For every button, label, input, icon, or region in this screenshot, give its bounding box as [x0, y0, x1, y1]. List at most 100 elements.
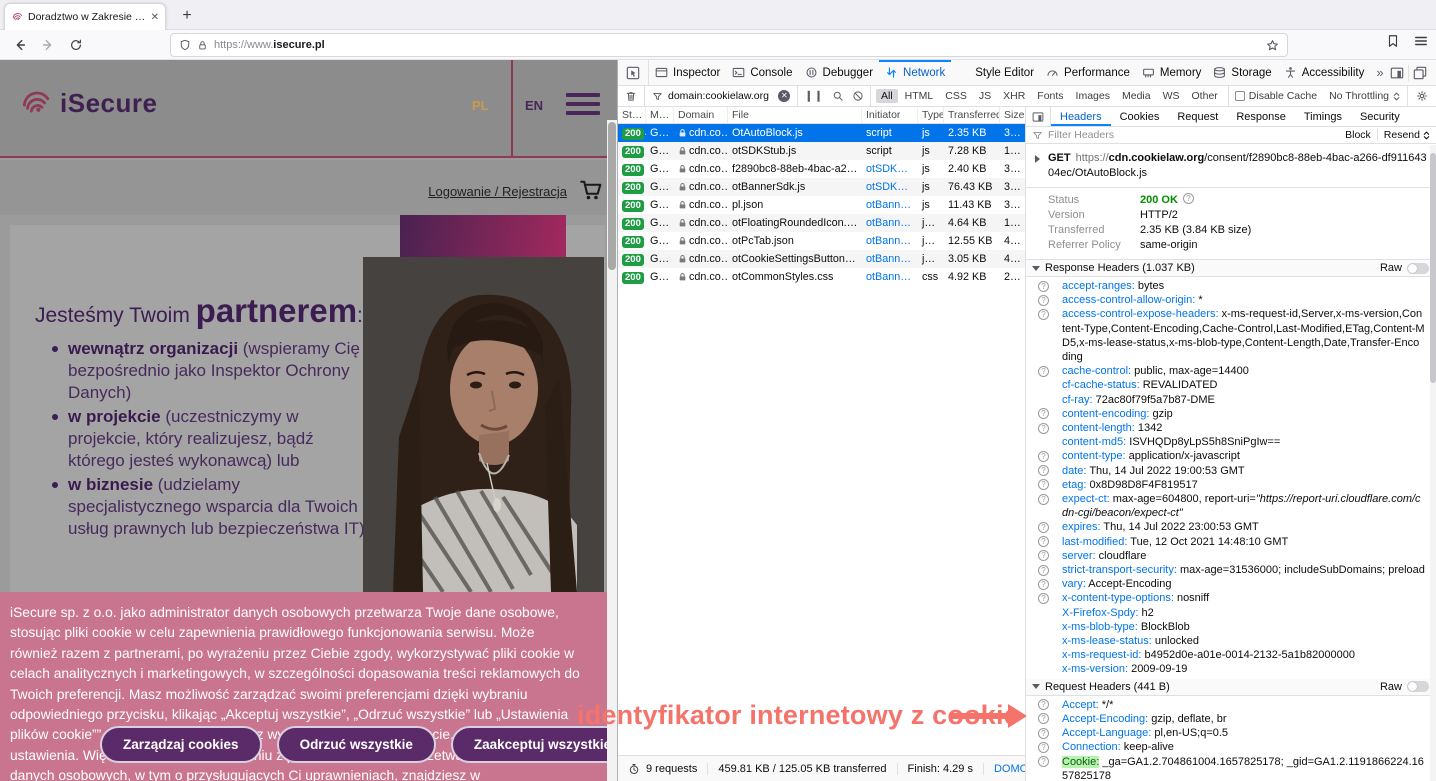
header-name[interactable]: server:: [1062, 550, 1096, 562]
throttling-dropdown[interactable]: No Throttling: [1323, 90, 1407, 102]
network-request-row[interactable]: 200GETcdn.co…otBannerSdk.jsotSDKSt…js76.…: [618, 178, 1025, 196]
lang-pl-button[interactable]: PL: [472, 98, 489, 113]
cookie-button-3[interactable]: Zaakceptuj wszystkie: [451, 726, 617, 763]
header-name[interactable]: vary:: [1062, 578, 1086, 590]
raw-toggle[interactable]: [1407, 263, 1429, 274]
header-name[interactable]: x-ms-blob-type:: [1062, 621, 1138, 633]
responsive-mode-icon[interactable]: [1390, 66, 1404, 80]
details-tab-timings[interactable]: Timings: [1295, 107, 1351, 126]
help-icon[interactable]: ?: [1038, 494, 1049, 505]
help-icon[interactable]: ?: [1038, 756, 1049, 767]
details-scrollbar[interactable]: [1430, 145, 1436, 781]
page-scrollbar[interactable]: [607, 120, 617, 781]
request-headers-section[interactable]: Request Headers (441 B) Raw: [1026, 679, 1436, 696]
type-filter-fonts[interactable]: Fonts: [1032, 89, 1068, 103]
clear-filter-icon[interactable]: ✕: [778, 90, 790, 102]
network-request-row[interactable]: 200GETcdn.co…otSDKStub.jsscriptjs7.28 KB…: [618, 142, 1025, 160]
cart-icon[interactable]: [579, 178, 603, 202]
devtool-tab-memory[interactable]: Memory: [1136, 60, 1208, 85]
help-icon[interactable]: ?: [1038, 295, 1049, 306]
initiator-cell[interactable]: otBanner…: [862, 235, 918, 247]
help-icon[interactable]: ?: [1038, 536, 1049, 547]
help-icon[interactable]: ?: [1038, 309, 1049, 320]
type-filter-all[interactable]: All: [876, 89, 898, 103]
devtool-tab-accessibility[interactable]: Accessibility: [1278, 60, 1371, 85]
page-scrollbar-thumb[interactable]: [608, 122, 616, 270]
header-name[interactable]: Accept-Encoding:: [1062, 713, 1148, 725]
network-request-row[interactable]: 200GETcdn.co…otCookieSettingsButton.json…: [618, 250, 1025, 268]
type-filter-ws[interactable]: WS: [1158, 89, 1185, 103]
bookmark-star-icon[interactable]: [1266, 39, 1279, 52]
request-url-line[interactable]: GEThttps://cdn.cookielaw.org/consent/f28…: [1026, 145, 1436, 188]
column-header-file[interactable]: File: [728, 107, 862, 123]
cookie-button-1[interactable]: Zarządzaj cookies: [100, 726, 262, 763]
initiator-cell[interactable]: otSDKSt…: [862, 163, 918, 175]
header-name[interactable]: x-ms-version:: [1062, 663, 1128, 675]
header-name[interactable]: cache-control:: [1062, 365, 1131, 377]
block-button[interactable]: Block: [1345, 129, 1371, 141]
help-icon[interactable]: ?: [1038, 713, 1049, 724]
header-name[interactable]: x-ms-lease-status:: [1062, 635, 1152, 647]
column-header-type[interactable]: Type: [918, 107, 944, 123]
header-name[interactable]: content-type:: [1062, 450, 1126, 462]
header-name[interactable]: access-control-allow-origin:: [1062, 294, 1195, 306]
header-name[interactable]: x-content-type-options:: [1062, 592, 1174, 604]
help-icon[interactable]: ?: [1038, 579, 1049, 590]
initiator-cell[interactable]: otBanner…: [862, 271, 918, 283]
initiator-cell[interactable]: otBanner…: [862, 199, 918, 211]
type-filter-js[interactable]: JS: [974, 89, 996, 103]
site-logo[interactable]: iSecure: [18, 86, 157, 120]
header-name[interactable]: x-ms-request-id:: [1062, 649, 1141, 661]
details-scrollbar-thumb[interactable]: [1430, 153, 1436, 383]
type-filter-other[interactable]: Other: [1187, 89, 1223, 103]
pause-traffic-icon[interactable]: ❙❙: [804, 90, 824, 102]
header-name[interactable]: date:: [1062, 465, 1086, 477]
expand-triangle-icon[interactable]: [1035, 155, 1040, 163]
checkbox-icon[interactable]: [1235, 91, 1245, 101]
help-icon[interactable]: ?: [1038, 281, 1049, 292]
header-name[interactable]: last-modified:: [1062, 536, 1127, 548]
reload-button[interactable]: [64, 34, 88, 56]
help-icon[interactable]: ?: [1038, 465, 1049, 476]
type-filter-css[interactable]: CSS: [940, 89, 972, 103]
type-filter-images[interactable]: Images: [1071, 89, 1115, 103]
header-name[interactable]: strict-transport-security:: [1062, 564, 1177, 576]
header-name[interactable]: Accept-Language:: [1062, 727, 1151, 739]
forward-button[interactable]: [36, 34, 60, 56]
details-tab-security[interactable]: Security: [1351, 107, 1409, 126]
column-header-domain[interactable]: Domain: [674, 107, 728, 123]
network-request-row[interactable]: 200GETcdn.co…otFloatingRoundedIcon.jsono…: [618, 214, 1025, 232]
devtool-tab-console[interactable]: Console: [726, 60, 798, 85]
header-name[interactable]: cf-cache-status:: [1062, 379, 1140, 391]
header-name[interactable]: etag:: [1062, 479, 1086, 491]
login-link[interactable]: Logowanie / Rejestracja: [428, 184, 567, 199]
clear-requests-button[interactable]: [618, 86, 645, 106]
initiator-cell[interactable]: otBanner…: [862, 253, 918, 265]
column-header-m[interactable]: M…: [646, 107, 674, 123]
details-tab-cookies[interactable]: Cookies: [1111, 107, 1169, 126]
header-name[interactable]: expect-ct:: [1062, 493, 1110, 505]
header-name[interactable]: X-Firefox-Spdy:: [1062, 607, 1138, 619]
resend-dropdown[interactable]: Resend: [1384, 129, 1431, 141]
type-filter-media[interactable]: Media: [1117, 89, 1156, 103]
help-icon[interactable]: ?: [1038, 550, 1049, 561]
details-tab-request[interactable]: Request: [1168, 107, 1227, 126]
block-url-icon[interactable]: [852, 90, 864, 102]
new-tab-button[interactable]: +: [176, 5, 198, 27]
header-name[interactable]: cf-ray:: [1062, 394, 1093, 406]
column-header-transferred[interactable]: Transferred: [944, 107, 1000, 123]
help-icon[interactable]: ?: [1038, 408, 1049, 419]
back-button[interactable]: [8, 34, 32, 56]
devtool-tab-network[interactable]: Network: [879, 60, 951, 85]
shield-icon[interactable]: [179, 39, 191, 51]
header-name[interactable]: content-encoding:: [1062, 408, 1149, 420]
help-icon[interactable]: ?: [1038, 699, 1049, 710]
help-icon[interactable]: ?: [1183, 193, 1194, 204]
header-name[interactable]: Cookie:: [1062, 756, 1099, 768]
pick-element-button[interactable]: [618, 60, 649, 85]
collapse-caret-icon[interactable]: [1032, 266, 1040, 271]
cookie-button-2[interactable]: Odrzuć wszystkie: [277, 726, 436, 763]
split-panel-toggle-icon[interactable]: [1026, 107, 1051, 126]
help-icon[interactable]: ?: [1038, 593, 1049, 604]
help-icon[interactable]: ?: [1038, 728, 1049, 739]
